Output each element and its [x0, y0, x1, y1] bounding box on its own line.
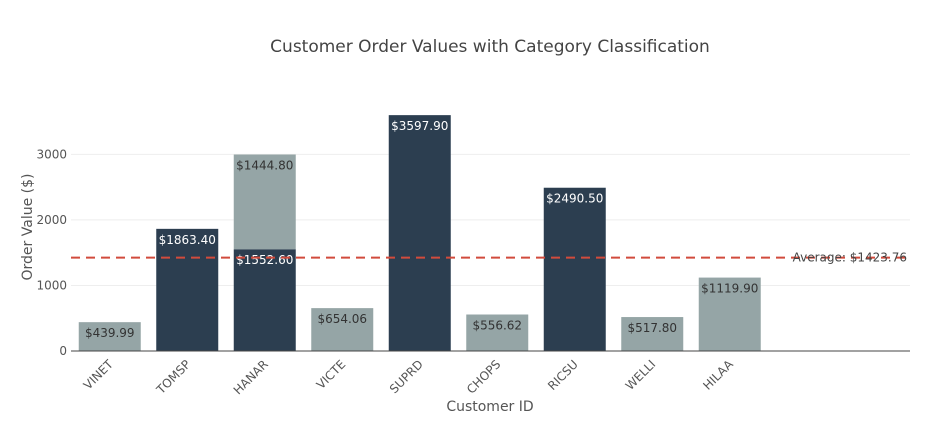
y-tick-label: 3000	[36, 147, 67, 161]
bar-chart: Customer Order Values with Category Clas…	[20, 37, 910, 415]
bar-value-label: $1552.60	[236, 253, 293, 267]
bar-tomsp	[156, 228, 219, 351]
bar-value-label: $1444.80	[236, 159, 293, 173]
x-tick-label: VICTE	[314, 357, 349, 392]
x-tick-label: HILAA	[700, 357, 736, 393]
x-tick-label: RICSU	[545, 357, 581, 393]
average-label: Average: $1423.76	[793, 251, 907, 265]
x-axis-title: Customer ID	[446, 399, 533, 415]
bar-value-label: $1119.90	[701, 282, 758, 296]
x-tick-label: SUPRD	[387, 357, 426, 396]
bar-ricsu	[543, 187, 606, 351]
bar-value-label: $654.06	[317, 312, 367, 326]
y-tick-label: 2000	[36, 213, 67, 227]
x-tick-label: WELLI	[623, 357, 659, 393]
bar-value-label: $439.99	[85, 326, 135, 340]
y-tick-label: 0	[59, 344, 67, 358]
bar-value-label: $517.80	[627, 321, 677, 335]
bar-value-label: $1863.40	[159, 233, 216, 247]
x-tick-label: HANAR	[231, 357, 271, 397]
bar-value-label: $3597.90	[391, 119, 448, 133]
bar-value-label: $2490.50	[546, 192, 603, 206]
x-tick-label: CHOPS	[464, 357, 503, 396]
chart-container: Customer Order Values with Category Clas…	[0, 0, 928, 448]
x-tick-label: VINET	[81, 357, 117, 393]
bar-value-label: $556.62	[472, 319, 522, 333]
x-tick-label: TOMSP	[153, 357, 193, 397]
chart-title: Customer Order Values with Category Clas…	[270, 37, 710, 57]
bar-suprd	[388, 115, 451, 351]
y-tick-label: 1000	[36, 278, 67, 292]
y-axis-title: Order Value ($)	[20, 174, 36, 281]
